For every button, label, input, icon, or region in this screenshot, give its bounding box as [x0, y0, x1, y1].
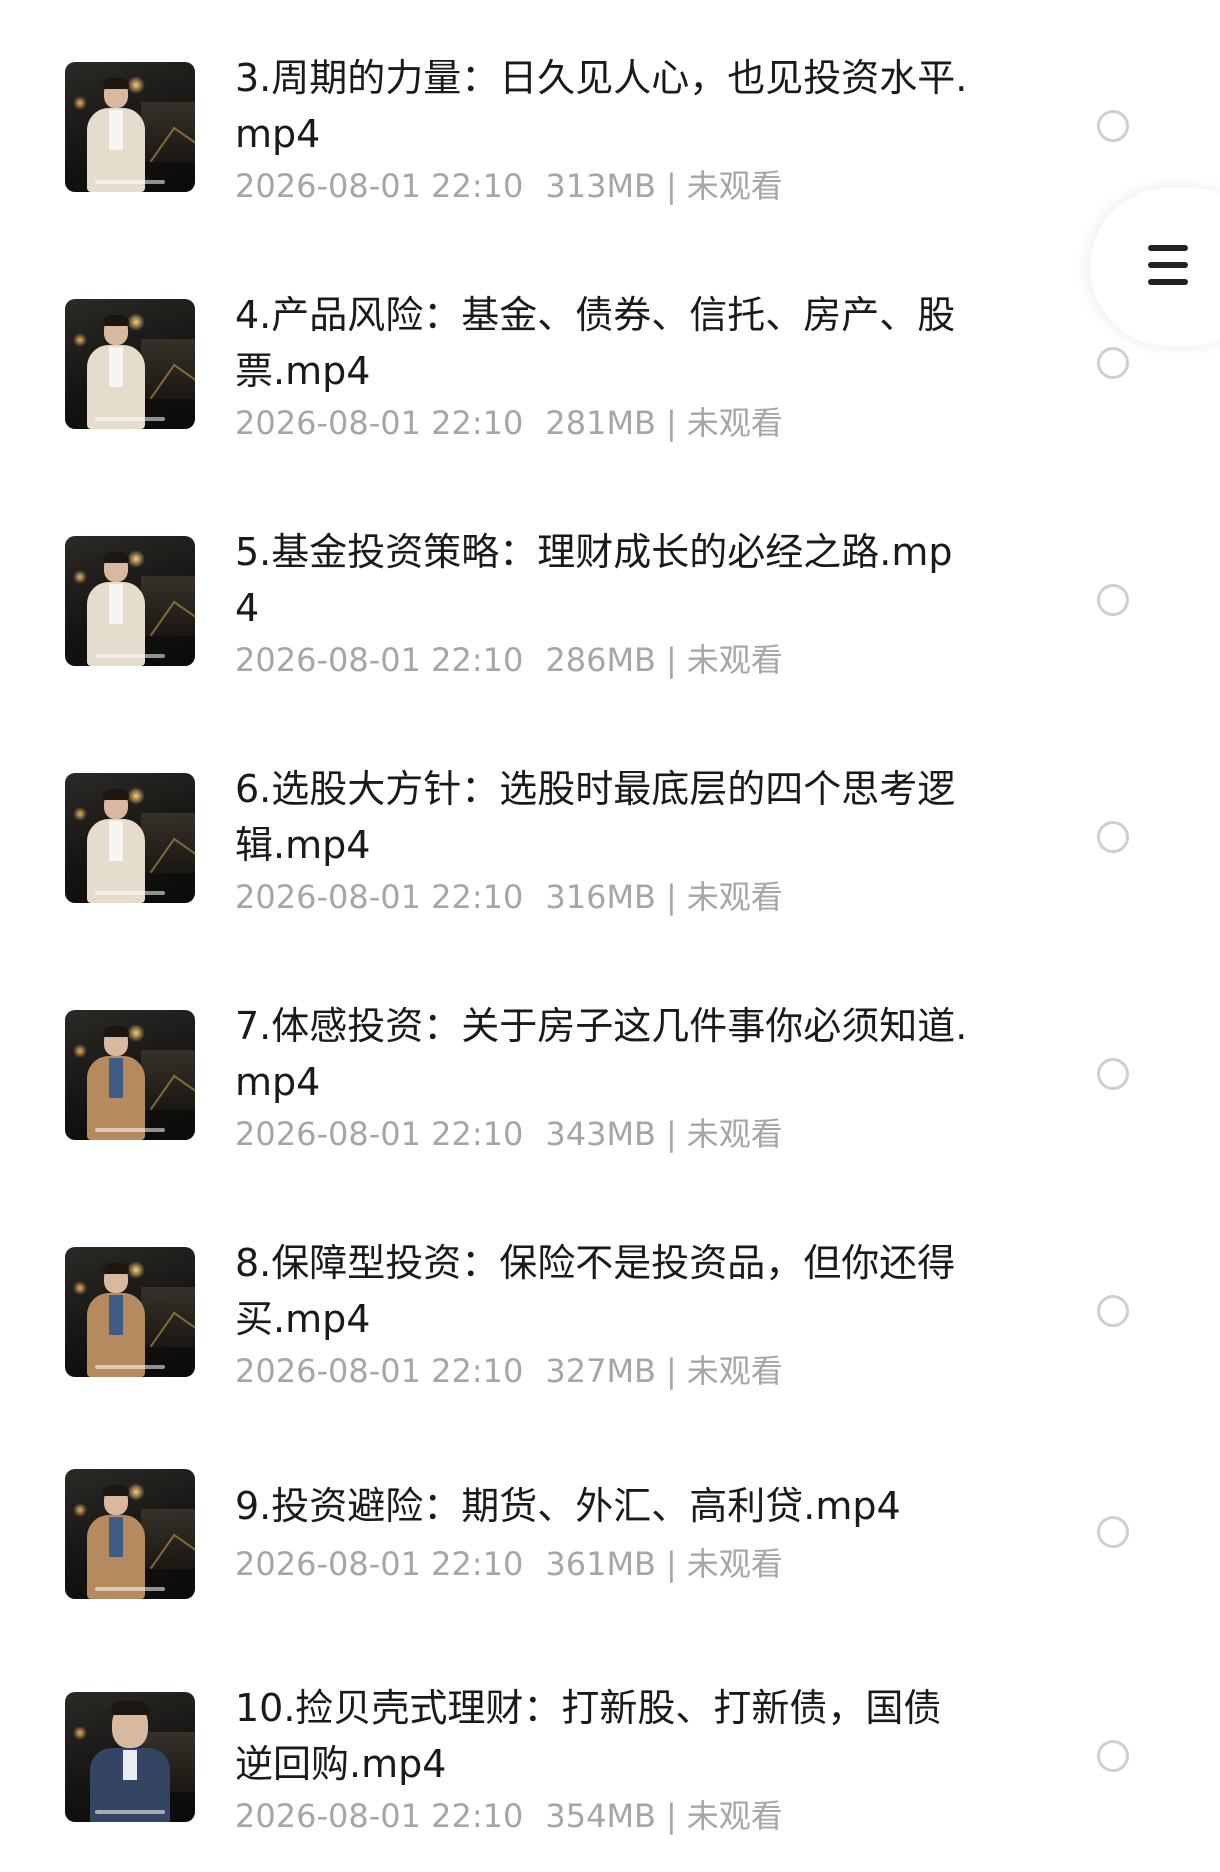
file-name[interactable]: 8.保障型投资：保险不是投资品，但你还得买.mp4	[235, 1235, 970, 1347]
watch-status: 未观看	[686, 1352, 783, 1390]
file-name[interactable]: 5.基金投资策略：理财成长的必经之路.mp4	[235, 524, 970, 636]
meta-separator: |	[666, 1115, 677, 1153]
file-date: 2026-08-01 22:10	[235, 1797, 524, 1835]
file-date: 2026-08-01 22:10	[235, 1115, 524, 1153]
meta-separator: |	[666, 167, 677, 205]
presenter-figure	[85, 1263, 145, 1377]
watch-status: 未观看	[686, 1115, 783, 1153]
list-item[interactable]: 3.周期的力量：日久见人心，也见投资水平.mp4 2026-08-01 22:1…	[0, 40, 1220, 230]
meta-separator: |	[666, 1352, 677, 1390]
file-date: 2026-08-01 22:10	[235, 1545, 524, 1583]
file-date: 2026-08-01 22:10	[235, 641, 524, 679]
presenter-figure	[85, 1026, 145, 1140]
presenter-figure	[85, 1485, 145, 1599]
watch-status: 未观看	[686, 1797, 783, 1835]
video-thumbnail[interactable]	[65, 536, 195, 666]
list-item[interactable]: 4.产品风险：基金、债券、信托、房产、股票.mp4 2026-08-01 22:…	[0, 277, 1220, 467]
watch-status: 未观看	[686, 404, 783, 442]
file-name[interactable]: 9.投资避险：期货、外汇、高利贷.mp4	[235, 1478, 970, 1534]
subtitle-strip	[95, 1587, 165, 1591]
subtitle-strip	[95, 1365, 165, 1369]
video-thumbnail[interactable]	[65, 1247, 195, 1377]
meta-separator: |	[666, 404, 677, 442]
video-thumbnail[interactable]	[65, 773, 195, 903]
file-size: 313MB	[545, 167, 656, 205]
list-item[interactable]: 10.捡贝壳式理财：打新股、打新债，国债逆回购.mp4 2026-08-01 2…	[0, 1670, 1220, 1860]
subtitle-strip	[95, 1128, 165, 1132]
file-size: 343MB	[545, 1115, 656, 1153]
file-meta: 2026-08-01 22:10 354MB | 未观看	[235, 1796, 783, 1836]
presenter-figure	[90, 1701, 170, 1822]
subtitle-strip	[95, 654, 165, 658]
subtitle-strip	[95, 417, 165, 421]
meta-separator: |	[666, 1797, 677, 1835]
select-radio-icon[interactable]	[1097, 821, 1129, 853]
subtitle-strip	[95, 891, 165, 895]
file-size: 327MB	[545, 1352, 656, 1390]
file-size: 281MB	[545, 404, 656, 442]
video-thumbnail[interactable]	[65, 299, 195, 429]
file-meta: 2026-08-01 22:10 281MB | 未观看	[235, 403, 783, 443]
video-thumbnail[interactable]	[65, 62, 195, 192]
file-name[interactable]: 10.捡贝壳式理财：打新股、打新债，国债逆回购.mp4	[235, 1680, 970, 1792]
subtitle-strip	[95, 1810, 165, 1814]
file-size: 354MB	[545, 1797, 656, 1835]
select-radio-icon[interactable]	[1097, 110, 1129, 142]
select-radio-icon[interactable]	[1097, 584, 1129, 616]
file-date: 2026-08-01 22:10	[235, 167, 524, 205]
file-meta: 2026-08-01 22:10 313MB | 未观看	[235, 166, 783, 206]
file-size: 316MB	[545, 878, 656, 916]
presenter-figure	[85, 552, 145, 666]
file-size: 361MB	[545, 1545, 656, 1583]
file-meta: 2026-08-01 22:10 343MB | 未观看	[235, 1114, 783, 1154]
watch-status: 未观看	[686, 878, 783, 916]
list-item[interactable]: 8.保障型投资：保险不是投资品，但你还得买.mp4 2026-08-01 22:…	[0, 1225, 1220, 1415]
list-item[interactable]: 5.基金投资策略：理财成长的必经之路.mp4 2026-08-01 22:10 2…	[0, 514, 1220, 704]
select-radio-icon[interactable]	[1097, 1058, 1129, 1090]
select-radio-icon[interactable]	[1097, 347, 1129, 379]
meta-separator: |	[666, 641, 677, 679]
file-date: 2026-08-01 22:10	[235, 404, 524, 442]
file-date: 2026-08-01 22:10	[235, 878, 524, 916]
hamburger-menu-icon	[1148, 245, 1188, 285]
video-thumbnail[interactable]	[65, 1469, 195, 1599]
select-radio-icon[interactable]	[1097, 1740, 1129, 1772]
file-name[interactable]: 3.周期的力量：日久见人心，也见投资水平.mp4	[235, 50, 970, 162]
subtitle-strip	[95, 180, 165, 184]
file-date: 2026-08-01 22:10	[235, 1352, 524, 1390]
watch-status: 未观看	[686, 641, 783, 679]
select-radio-icon[interactable]	[1097, 1295, 1129, 1327]
watch-status: 未观看	[686, 167, 783, 205]
list-item[interactable]: 9.投资避险：期货、外汇、高利贷.mp4 2026-08-01 22:10 361…	[0, 1462, 1220, 1652]
list-item[interactable]: 6.选股大方针：选股时最底层的四个思考逻辑.mp4 2026-08-01 22:…	[0, 751, 1220, 941]
file-meta: 2026-08-01 22:10 327MB | 未观看	[235, 1351, 783, 1391]
meta-separator: |	[666, 878, 677, 916]
file-name[interactable]: 6.选股大方针：选股时最底层的四个思考逻辑.mp4	[235, 761, 970, 873]
file-meta: 2026-08-01 22:10 286MB | 未观看	[235, 640, 783, 680]
file-name[interactable]: 7.体感投资：关于房子这几件事你必须知道.mp4	[235, 998, 970, 1110]
bokeh-light	[73, 1726, 87, 1740]
presenter-figure	[85, 78, 145, 192]
presenter-figure	[85, 315, 145, 429]
file-meta: 2026-08-01 22:10 316MB | 未观看	[235, 877, 783, 917]
video-thumbnail[interactable]	[65, 1010, 195, 1140]
select-radio-icon[interactable]	[1097, 1516, 1129, 1548]
list-item[interactable]: 7.体感投资：关于房子这几件事你必须知道.mp4 2026-08-01 22:1…	[0, 988, 1220, 1178]
meta-separator: |	[666, 1545, 677, 1583]
file-name[interactable]: 4.产品风险：基金、债券、信托、房产、股票.mp4	[235, 287, 970, 399]
file-meta: 2026-08-01 22:10 361MB | 未观看	[235, 1544, 783, 1584]
video-thumbnail[interactable]	[65, 1692, 195, 1822]
presenter-figure	[85, 789, 145, 903]
file-size: 286MB	[545, 641, 656, 679]
watch-status: 未观看	[686, 1545, 783, 1583]
